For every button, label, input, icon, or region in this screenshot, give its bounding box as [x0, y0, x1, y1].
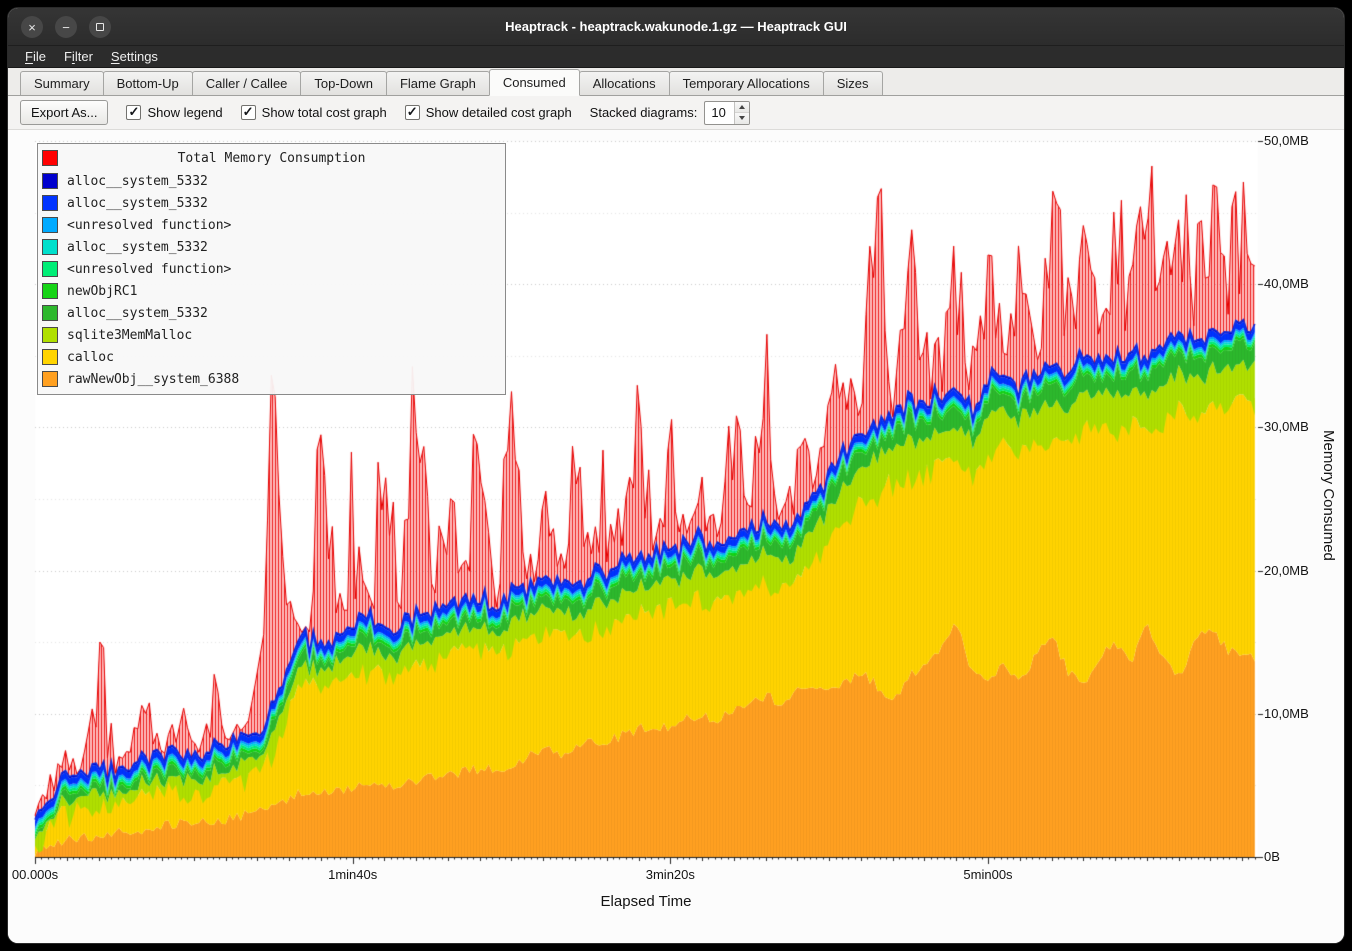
- legend-label: sqlite3MemMalloc: [67, 328, 192, 343]
- spin-buttons: [734, 102, 749, 124]
- legend-swatch-total: [42, 150, 58, 166]
- legend-label: alloc__system_5332: [67, 306, 208, 321]
- legend-row-calloc: calloc: [38, 346, 505, 368]
- legend-swatch: [42, 283, 58, 299]
- legend-swatch: [42, 305, 58, 321]
- legend-row-alloc-system-5332: alloc__system_5332: [38, 170, 505, 192]
- checkbox-check-icon: [126, 105, 141, 120]
- spin-up-button[interactable]: [735, 102, 749, 114]
- spin-down-button[interactable]: [735, 113, 749, 124]
- toolbar: Export As... Show legend Show total cost …: [8, 96, 1344, 130]
- legend-swatch: [42, 195, 58, 211]
- window-controls: ×−: [21, 16, 111, 38]
- legend-row-rawnewobj-system-6388: rawNewObj__system_6388: [38, 368, 505, 390]
- menu-filter[interactable]: Filter: [55, 48, 102, 65]
- checkbox-show-detailed-cost-graph[interactable]: Show detailed cost graph: [405, 105, 572, 120]
- legend-label: calloc: [67, 350, 114, 365]
- y-tick-label: 10,0MB: [1264, 706, 1309, 722]
- tab-caller-callee[interactable]: Caller / Callee: [192, 71, 302, 95]
- main-content: SummaryBottom-UpCaller / CalleeTop-DownF…: [8, 68, 1344, 943]
- legend-row-alloc-system-5332: alloc__system_5332: [38, 192, 505, 214]
- legend-swatch: [42, 371, 58, 387]
- y-axis-title: Memory Consumed: [1320, 430, 1337, 561]
- legend-label: alloc__system_5332: [67, 174, 208, 189]
- maximize-button[interactable]: [89, 16, 111, 38]
- y-tick-label: 50,0MB: [1264, 133, 1309, 149]
- y-tick-label: 30,0MB: [1264, 419, 1309, 435]
- legend-label: <unresolved function>: [67, 262, 231, 277]
- x-tick-label: 5min00s: [963, 867, 1012, 882]
- maximize-icon: [96, 23, 104, 31]
- tab-consumed[interactable]: Consumed: [489, 69, 580, 96]
- x-tick-label: 3min20s: [646, 867, 695, 882]
- legend-row-unresolved-function: <unresolved function>: [38, 258, 505, 280]
- y-tick-label: 40,0MB: [1264, 276, 1309, 292]
- y-tick-label: 0B: [1264, 849, 1280, 865]
- legend-swatch: [42, 327, 58, 343]
- legend-row-alloc-system-5332: alloc__system_5332: [38, 302, 505, 324]
- legend-row-alloc-system-5332: alloc__system_5332: [38, 236, 505, 258]
- legend-row-sqlite3memmalloc: sqlite3MemMalloc: [38, 324, 505, 346]
- checkbox-show-total-cost-graph[interactable]: Show total cost graph: [241, 105, 387, 120]
- legend-row-newobjrc1: newObjRC1: [38, 280, 505, 302]
- legend-label: alloc__system_5332: [67, 196, 208, 211]
- legend-swatch: [42, 261, 58, 277]
- legend-title-row: Total Memory Consumption: [38, 146, 505, 170]
- legend-row-unresolved-function: <unresolved function>: [38, 214, 505, 236]
- x-axis-title: Elapsed Time: [496, 893, 796, 910]
- menu-settings[interactable]: Settings: [102, 48, 167, 65]
- legend-swatch: [42, 349, 58, 365]
- stacked-diagrams-control: Stacked diagrams: 10: [590, 101, 751, 125]
- legend-label: <unresolved function>: [67, 218, 231, 233]
- checkbox-check-icon: [241, 105, 256, 120]
- checkbox-label: Show total cost graph: [262, 105, 387, 120]
- titlebar[interactable]: ×− Heaptrack - heaptrack.wakunode.1.gz —…: [8, 8, 1344, 46]
- x-tick-label: 00.000s: [12, 867, 58, 882]
- export-as-button[interactable]: Export As...: [20, 100, 108, 125]
- stacked-diagrams-spinbox[interactable]: 10: [704, 101, 750, 125]
- tab-bottom-up[interactable]: Bottom-Up: [103, 71, 193, 95]
- close-button[interactable]: ×: [21, 16, 43, 38]
- menu-file[interactable]: File: [16, 48, 55, 65]
- tab-allocations[interactable]: Allocations: [579, 71, 670, 95]
- y-tick-label: 20,0MB: [1264, 563, 1309, 579]
- chart-legend: Total Memory Consumption alloc__system_5…: [37, 143, 506, 395]
- menubar: FileFilterSettings: [8, 46, 1344, 68]
- checkbox-check-icon: [405, 105, 420, 120]
- tab-flame-graph[interactable]: Flame Graph: [386, 71, 490, 95]
- stacked-diagrams-label: Stacked diagrams:: [590, 105, 698, 120]
- legend-swatch: [42, 173, 58, 189]
- stacked-diagrams-value[interactable]: 10: [705, 102, 734, 124]
- legend-rows: alloc__system_5332 alloc__system_5332 <unr…: [38, 170, 505, 390]
- minimize-button[interactable]: −: [55, 16, 77, 38]
- checkbox-show-legend[interactable]: Show legend: [126, 105, 222, 120]
- legend-swatch: [42, 239, 58, 255]
- tab-top-down[interactable]: Top-Down: [300, 71, 387, 95]
- tab-temporary-allocations[interactable]: Temporary Allocations: [669, 71, 824, 95]
- legend-swatch: [42, 217, 58, 233]
- checkbox-label: Show detailed cost graph: [426, 105, 572, 120]
- window-title: Heaptrack - heaptrack.wakunode.1.gz — He…: [505, 19, 847, 34]
- legend-label: rawNewObj__system_6388: [67, 372, 239, 387]
- tab-bar: SummaryBottom-UpCaller / CalleeTop-DownF…: [8, 68, 1344, 96]
- legend-title: Total Memory Consumption: [38, 151, 505, 166]
- legend-label: newObjRC1: [67, 284, 137, 299]
- tab-sizes[interactable]: Sizes: [823, 71, 883, 95]
- checkbox-label: Show legend: [147, 105, 222, 120]
- checkbox-group: Show legend Show total cost graph Show det…: [126, 105, 571, 120]
- legend-label: alloc__system_5332: [67, 240, 208, 255]
- chart-area: Total Memory Consumption alloc__system_5…: [8, 130, 1344, 943]
- x-tick-label: 1min40s: [328, 867, 377, 882]
- app-window: ×− Heaptrack - heaptrack.wakunode.1.gz —…: [8, 8, 1344, 943]
- tab-summary[interactable]: Summary: [20, 71, 104, 95]
